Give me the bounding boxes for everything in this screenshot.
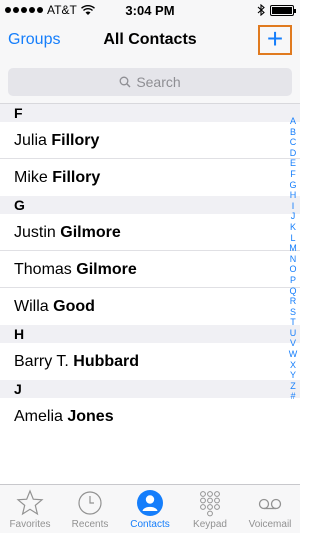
- tab-label: Contacts: [130, 519, 170, 530]
- contact-row[interactable]: Willa Good: [0, 288, 300, 325]
- index-letter[interactable]: C: [290, 137, 297, 148]
- contact-row[interactable]: Mike Fillory: [0, 159, 300, 196]
- index-letter[interactable]: L: [290, 233, 295, 244]
- tab-label: Recents: [71, 519, 109, 530]
- index-letter[interactable]: U: [290, 328, 297, 339]
- index-letter[interactable]: G: [289, 180, 296, 191]
- contact-last-name: Fillory: [52, 169, 101, 186]
- contact-last-name: Gilmore: [60, 224, 121, 241]
- contact-first-name: Amelia: [14, 408, 63, 425]
- tab-recents[interactable]: Recents: [60, 485, 120, 533]
- contact-first-name: Mike: [14, 169, 48, 186]
- contact-first-name: Barry T.: [14, 353, 69, 370]
- index-letter[interactable]: T: [290, 317, 296, 328]
- tab-label: Keypad: [193, 519, 227, 530]
- clock-icon: [78, 491, 102, 515]
- index-letter[interactable]: S: [290, 307, 296, 318]
- index-letter[interactable]: Q: [289, 286, 296, 297]
- star-icon: [16, 489, 44, 516]
- index-letter[interactable]: V: [290, 338, 296, 349]
- contact-last-name: Gilmore: [76, 261, 137, 278]
- tab-voicemail[interactable]: Voicemail: [240, 485, 300, 533]
- contact-last-name: Jones: [67, 408, 114, 425]
- contact-last-name: Fillory: [51, 132, 100, 149]
- index-letter[interactable]: K: [290, 222, 296, 233]
- person-icon: [137, 490, 163, 516]
- search-bar: Search: [0, 62, 300, 104]
- tab-label: Favorites: [9, 519, 51, 530]
- contact-first-name: Justin: [14, 224, 56, 241]
- contact-row[interactable]: Amelia Jones: [0, 398, 300, 435]
- index-letter[interactable]: O: [289, 264, 296, 275]
- keypad-icon: [200, 491, 220, 517]
- index-letter[interactable]: Z: [290, 381, 296, 392]
- tab-favorites[interactable]: Favorites: [0, 485, 60, 533]
- index-letter[interactable]: J: [291, 211, 296, 222]
- tab-bar: Favorites Recents Contacts Keypad Voicem…: [0, 484, 300, 533]
- contact-list: F Julia Fillory Mike Fillory G Justin Gilmor…: [0, 104, 300, 435]
- contact-first-name: Julia: [14, 132, 47, 149]
- page-title: All Contacts: [103, 31, 197, 48]
- section-header: H: [0, 325, 300, 343]
- index-letter[interactable]: X: [290, 360, 296, 371]
- search-placeholder: Search: [136, 74, 181, 90]
- search-icon: [119, 76, 131, 88]
- status-time: 3:04 PM: [125, 3, 175, 18]
- index-letter[interactable]: E: [290, 158, 296, 169]
- contact-last-name: Hubbard: [73, 353, 140, 370]
- voicemail-icon: [258, 498, 282, 510]
- add-contact-button[interactable]: +: [258, 25, 292, 55]
- index-letter[interactable]: D: [290, 148, 297, 159]
- tab-label: Voicemail: [248, 519, 292, 530]
- contact-first-name: Thomas: [14, 261, 72, 278]
- contact-row[interactable]: Thomas Gilmore: [0, 251, 300, 288]
- contact-row[interactable]: Barry T. Hubbard: [0, 343, 300, 380]
- contact-first-name: Willa: [14, 298, 49, 315]
- index-letter[interactable]: #: [290, 391, 295, 402]
- index-letter[interactable]: B: [290, 127, 296, 138]
- index-letter[interactable]: M: [289, 243, 297, 254]
- contact-last-name: Good: [53, 298, 95, 315]
- bluetooth-icon: [257, 4, 265, 16]
- index-letter[interactable]: P: [290, 275, 296, 286]
- section-header: G: [0, 196, 300, 214]
- battery-icon: [270, 4, 296, 16]
- status-bar: AT&T 3:04 PM: [0, 0, 300, 20]
- search-input[interactable]: Search: [8, 68, 292, 96]
- section-header: J: [0, 380, 300, 398]
- index-letter[interactable]: A: [290, 116, 296, 127]
- index-letter[interactable]: F: [290, 169, 296, 180]
- index-letter[interactable]: N: [290, 254, 297, 265]
- index-letter[interactable]: I: [292, 201, 295, 212]
- contact-row[interactable]: Justin Gilmore: [0, 214, 300, 251]
- contact-row[interactable]: Julia Fillory: [0, 122, 300, 159]
- tab-contacts[interactable]: Contacts: [120, 485, 180, 533]
- alphabet-index[interactable]: A B C D E F G H I J K L M N O P Q R S T U V W X Y Z #: [286, 116, 300, 402]
- index-letter[interactable]: W: [289, 349, 298, 360]
- section-header: F: [0, 104, 300, 122]
- index-letter[interactable]: Y: [290, 370, 296, 381]
- index-letter[interactable]: H: [290, 190, 297, 201]
- index-letter[interactable]: R: [290, 296, 297, 307]
- status-right: [257, 4, 296, 16]
- nav-bar: Groups All Contacts +: [0, 20, 300, 62]
- tab-keypad[interactable]: Keypad: [180, 485, 240, 533]
